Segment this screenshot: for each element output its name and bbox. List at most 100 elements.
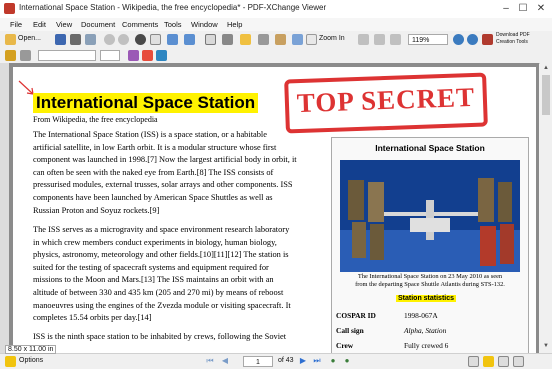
- back-icon[interactable]: [104, 34, 115, 45]
- menu-file[interactable]: File: [10, 20, 22, 29]
- menu-document[interactable]: Document: [81, 20, 115, 29]
- print-icon[interactable]: [70, 34, 81, 45]
- para2-line: suited for the testing of spacecraft sys…: [33, 262, 269, 272]
- hand-tool-icon[interactable]: [205, 34, 216, 45]
- para1-line: artificial satellite, in low Earth orbit…: [33, 142, 277, 152]
- source-line: From Wikipedia, the free encyclopedia: [33, 115, 158, 124]
- minimize-button[interactable]: –: [499, 2, 513, 15]
- prev-page-icon[interactable]: ◀: [220, 356, 230, 366]
- facing-icon[interactable]: [498, 356, 509, 367]
- scroll-down-icon[interactable]: ▼: [543, 343, 549, 349]
- main-toolbar: Open... Zoom In 119% Download PDF Creati…: [0, 31, 552, 49]
- iss-photo: [340, 160, 520, 272]
- select-text-icon[interactable]: [222, 34, 233, 45]
- continuous-facing-icon[interactable]: [513, 356, 524, 367]
- window-title: International Space Station - Wikipedia,…: [19, 3, 327, 12]
- menu-bar: File Edit View Document Comments Tools W…: [0, 18, 552, 31]
- pdf-page: International Space Station From Wikiped…: [13, 67, 536, 353]
- caption-line: from the departing Space Shuttle Atlanti…: [355, 281, 505, 288]
- size-select[interactable]: [100, 50, 120, 61]
- zoom-in-icon[interactable]: [306, 34, 317, 45]
- menu-edit[interactable]: Edit: [33, 20, 46, 29]
- download-icon[interactable]: [482, 34, 493, 45]
- forward-icon[interactable]: [118, 34, 129, 45]
- menu-view[interactable]: View: [56, 20, 72, 29]
- para1-line: component was launched in 1998.[7] Now t…: [33, 155, 297, 165]
- continuous-icon[interactable]: [483, 356, 494, 367]
- infobox-row-label: Crew: [336, 341, 354, 350]
- zoom-plus-icon[interactable]: [453, 34, 464, 45]
- side-panel-bar[interactable]: [0, 63, 9, 353]
- infobox-heading: International Space Station: [375, 143, 485, 153]
- close-button[interactable]: ✕: [534, 2, 548, 15]
- secondary-toolbar: [0, 48, 552, 64]
- stamp-tool-icon[interactable]: [128, 50, 139, 61]
- fit-width-icon[interactable]: [390, 34, 401, 45]
- navigate-icon[interactable]: [135, 34, 146, 45]
- actual-size-icon[interactable]: [358, 34, 369, 45]
- rotate-icon[interactable]: [258, 34, 269, 45]
- page-count: of 43: [278, 357, 294, 364]
- zoom-in-button[interactable]: Zoom In: [319, 35, 345, 42]
- single-page-icon[interactable]: [468, 356, 479, 367]
- iss-illustration: [340, 160, 520, 272]
- page-title: International Space Station: [33, 93, 259, 113]
- para1-line: can often be seen with the naked eye fro…: [33, 167, 274, 177]
- para2-line: manoeuvres using the engines of the Zvez…: [33, 300, 291, 310]
- para2-line: missions to the Moon and Mars.[13] The I…: [33, 275, 274, 285]
- open-button[interactable]: Open...: [18, 35, 41, 42]
- maximize-button[interactable]: ☐: [516, 2, 530, 15]
- history-forward-icon[interactable]: ●: [342, 356, 352, 366]
- pen-icon[interactable]: [142, 50, 153, 61]
- zoom-minus-icon[interactable]: [467, 34, 478, 45]
- scrollbar-thumb[interactable]: [542, 75, 550, 115]
- open-folder-icon[interactable]: [5, 34, 16, 45]
- infobox-row-value: 1998-067A: [404, 311, 438, 320]
- scroll-up-icon[interactable]: ▲: [543, 65, 549, 71]
- infobox-row-value: Fully crewed 6: [404, 341, 449, 350]
- vertical-scrollbar[interactable]: ▲ ▼: [540, 63, 552, 353]
- infobox-caption: The International Space Station on 23 Ma…: [336, 273, 524, 289]
- top-secret-stamp: TOP SECRET: [284, 72, 488, 134]
- options-button[interactable]: Options: [19, 357, 43, 364]
- para2-line: The ISS serves as a microgravity and spa…: [33, 225, 290, 234]
- page-number-input[interactable]: 1: [243, 356, 273, 367]
- menu-help[interactable]: Help: [227, 20, 242, 29]
- save-icon[interactable]: [55, 34, 66, 45]
- comment-icon[interactable]: [5, 50, 16, 61]
- stamp-text: TOP SECRET: [296, 81, 476, 119]
- menu-comments[interactable]: Comments: [122, 20, 158, 29]
- infobox-row-label: Call sign: [336, 326, 364, 335]
- snapshot-icon[interactable]: [240, 34, 251, 45]
- last-page-icon[interactable]: ⏭: [312, 356, 322, 366]
- next-page-icon[interactable]: ▶: [298, 356, 308, 366]
- para2-line: in which crew members conduct experiment…: [33, 237, 277, 247]
- menu-window[interactable]: Window: [191, 20, 218, 29]
- download-label-1[interactable]: Download PDF: [496, 32, 530, 38]
- markup-icon[interactable]: [20, 50, 31, 61]
- menu-tools[interactable]: Tools: [164, 20, 182, 29]
- title-bar: International Space Station - Wikipedia,…: [0, 0, 552, 19]
- history-back-icon[interactable]: ●: [328, 356, 338, 366]
- redo-icon[interactable]: [184, 34, 195, 45]
- para1-line: components have been launched by America…: [33, 192, 273, 202]
- infobox-row-label: COSPAR ID: [336, 311, 376, 320]
- font-select[interactable]: [38, 50, 96, 61]
- email-icon[interactable]: [85, 34, 96, 45]
- para1-line: The International Space Station (ISS) is…: [33, 130, 267, 139]
- para1-line: Russian Proton and Soyuz rockets.[9]: [33, 205, 160, 215]
- options-icon[interactable]: [5, 356, 16, 367]
- download-label-2[interactable]: Creation Tools: [496, 39, 528, 45]
- shape-icon[interactable]: [156, 50, 167, 61]
- page-icon[interactable]: [150, 34, 161, 45]
- first-page-icon[interactable]: ⏮: [205, 356, 215, 366]
- zoom-icon[interactable]: [292, 34, 303, 45]
- undo-icon[interactable]: [167, 34, 178, 45]
- fit-page-icon[interactable]: [374, 34, 385, 45]
- zoom-out-icon[interactable]: [275, 34, 286, 45]
- infobox: International Space Station The Internat…: [331, 137, 529, 353]
- zoom-select[interactable]: 119%: [408, 34, 448, 45]
- infobox-row-value: Alpha, Station: [404, 326, 447, 335]
- paragraph-1: The International Space Station (ISS) is…: [33, 129, 325, 217]
- para1-line: pressurised modules, external trusses, s…: [33, 180, 293, 190]
